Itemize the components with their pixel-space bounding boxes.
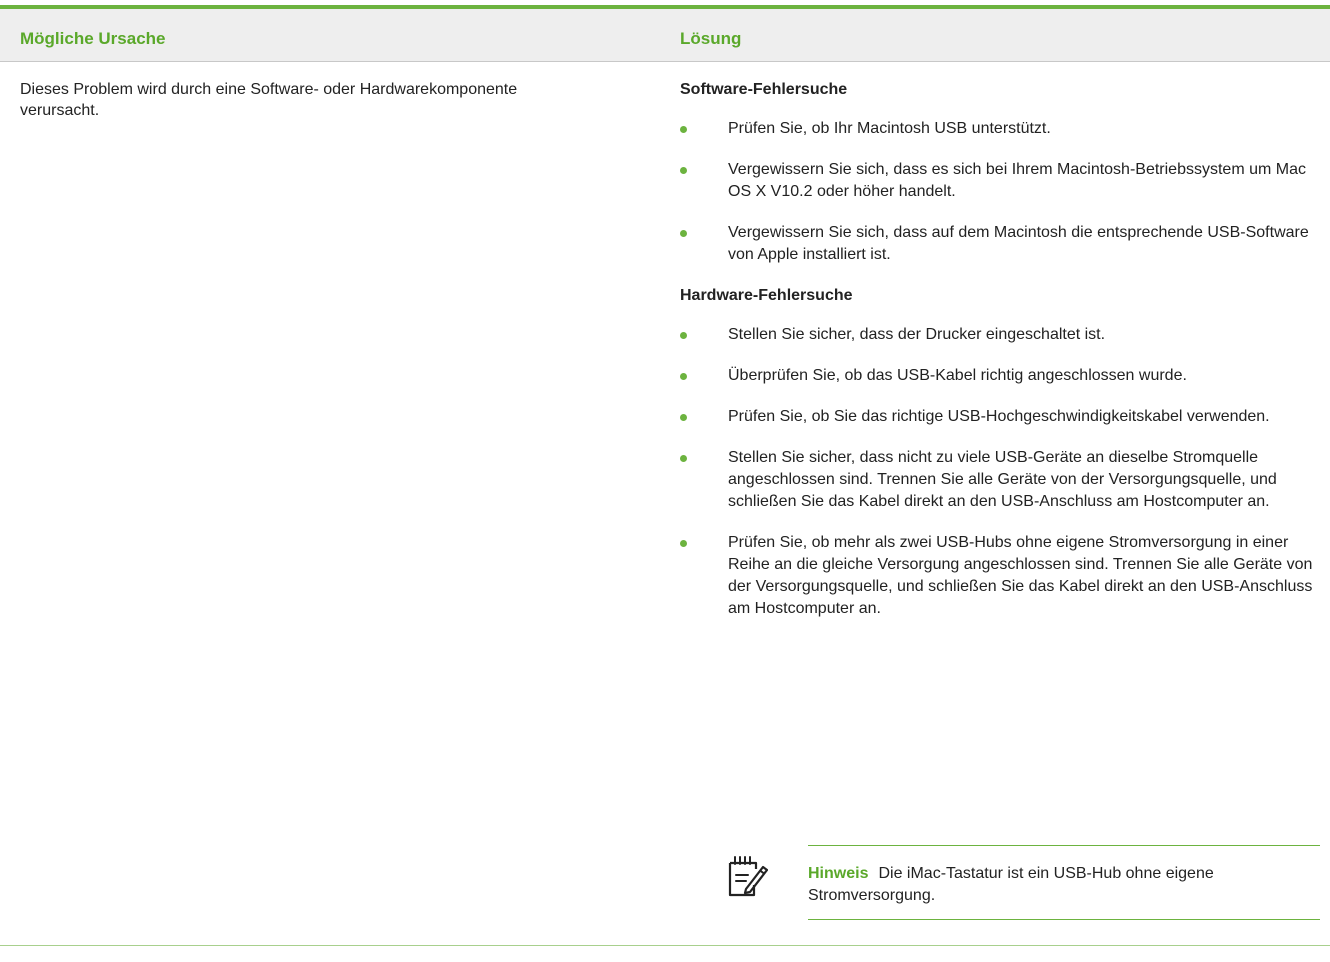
bullet-icon <box>680 230 687 237</box>
note-text: Die iMac-Tastatur ist ein USB-Hub ohne e… <box>808 865 1214 904</box>
note-label: Hinweis <box>808 865 869 882</box>
bullet-icon <box>680 126 687 133</box>
list-item: Prüfen Sie, ob Sie das richtige USB-Hoch… <box>680 406 1320 428</box>
cause-cell-text: Dieses Problem wird durch eine Software-… <box>20 81 518 119</box>
table-header-row: Mögliche Ursache Lösung <box>0 9 1330 62</box>
list-item: Vergewissern Sie sich, dass es sich bei … <box>680 159 1320 203</box>
list-item-text: Stellen Sie sicher, dass der Drucker ein… <box>728 326 1106 343</box>
bullet-icon <box>680 540 687 547</box>
list-item-text: Prüfen Sie, ob mehr als zwei USB-Hubs oh… <box>728 534 1313 617</box>
software-list: Prüfen Sie, ob Ihr Macintosh USB unterst… <box>680 118 1320 266</box>
list-item-text: Vergewissern Sie sich, dass es sich bei … <box>728 161 1306 200</box>
solution-cell: Software-Fehlersuche Prüfen Sie, ob Ihr … <box>680 80 1320 620</box>
list-item-text: Stellen Sie sicher, dass nicht zu viele … <box>728 449 1277 510</box>
note-box: Hinweis Die iMac-Tastatur ist ein USB-Hub… <box>722 845 1322 937</box>
note-pencil-icon <box>728 856 768 897</box>
bullet-icon <box>680 332 687 339</box>
list-item-text: Vergewissern Sie sich, dass auf dem Maci… <box>728 224 1309 263</box>
troubleshooting-table: Mögliche Ursache Lösung <box>0 5 1330 62</box>
bullet-icon <box>680 167 687 174</box>
header-cause: Mögliche Ursache <box>20 29 166 48</box>
list-item: Vergewissern Sie sich, dass auf dem Maci… <box>680 222 1320 266</box>
list-item-text: Prüfen Sie, ob Sie das richtige USB-Hoch… <box>728 408 1270 425</box>
bottom-rule <box>0 945 1330 946</box>
bullet-icon <box>680 414 687 421</box>
bullet-icon <box>680 373 687 380</box>
hardware-section-title: Hardware-Fehlersuche <box>680 287 853 304</box>
software-section-title: Software-Fehlersuche <box>680 81 848 98</box>
list-item: Stellen Sie sicher, dass der Drucker ein… <box>680 324 1320 346</box>
note-body: Hinweis Die iMac-Tastatur ist ein USB-Hub… <box>808 845 1320 920</box>
list-item: Stellen Sie sicher, dass nicht zu viele … <box>680 447 1320 513</box>
list-item: Prüfen Sie, ob Ihr Macintosh USB unterst… <box>680 118 1320 140</box>
list-item: Überprüfen Sie, ob das USB-Kabel richtig… <box>680 365 1320 387</box>
list-item-text: Überprüfen Sie, ob das USB-Kabel richtig… <box>728 367 1187 384</box>
header-solution: Lösung <box>680 29 742 48</box>
list-item-text: Prüfen Sie, ob Ihr Macintosh USB unterst… <box>728 120 1051 137</box>
bullet-icon <box>680 455 687 462</box>
list-item: Prüfen Sie, ob mehr als zwei USB-Hubs oh… <box>680 532 1320 620</box>
hardware-list: Stellen Sie sicher, dass der Drucker ein… <box>680 324 1320 620</box>
